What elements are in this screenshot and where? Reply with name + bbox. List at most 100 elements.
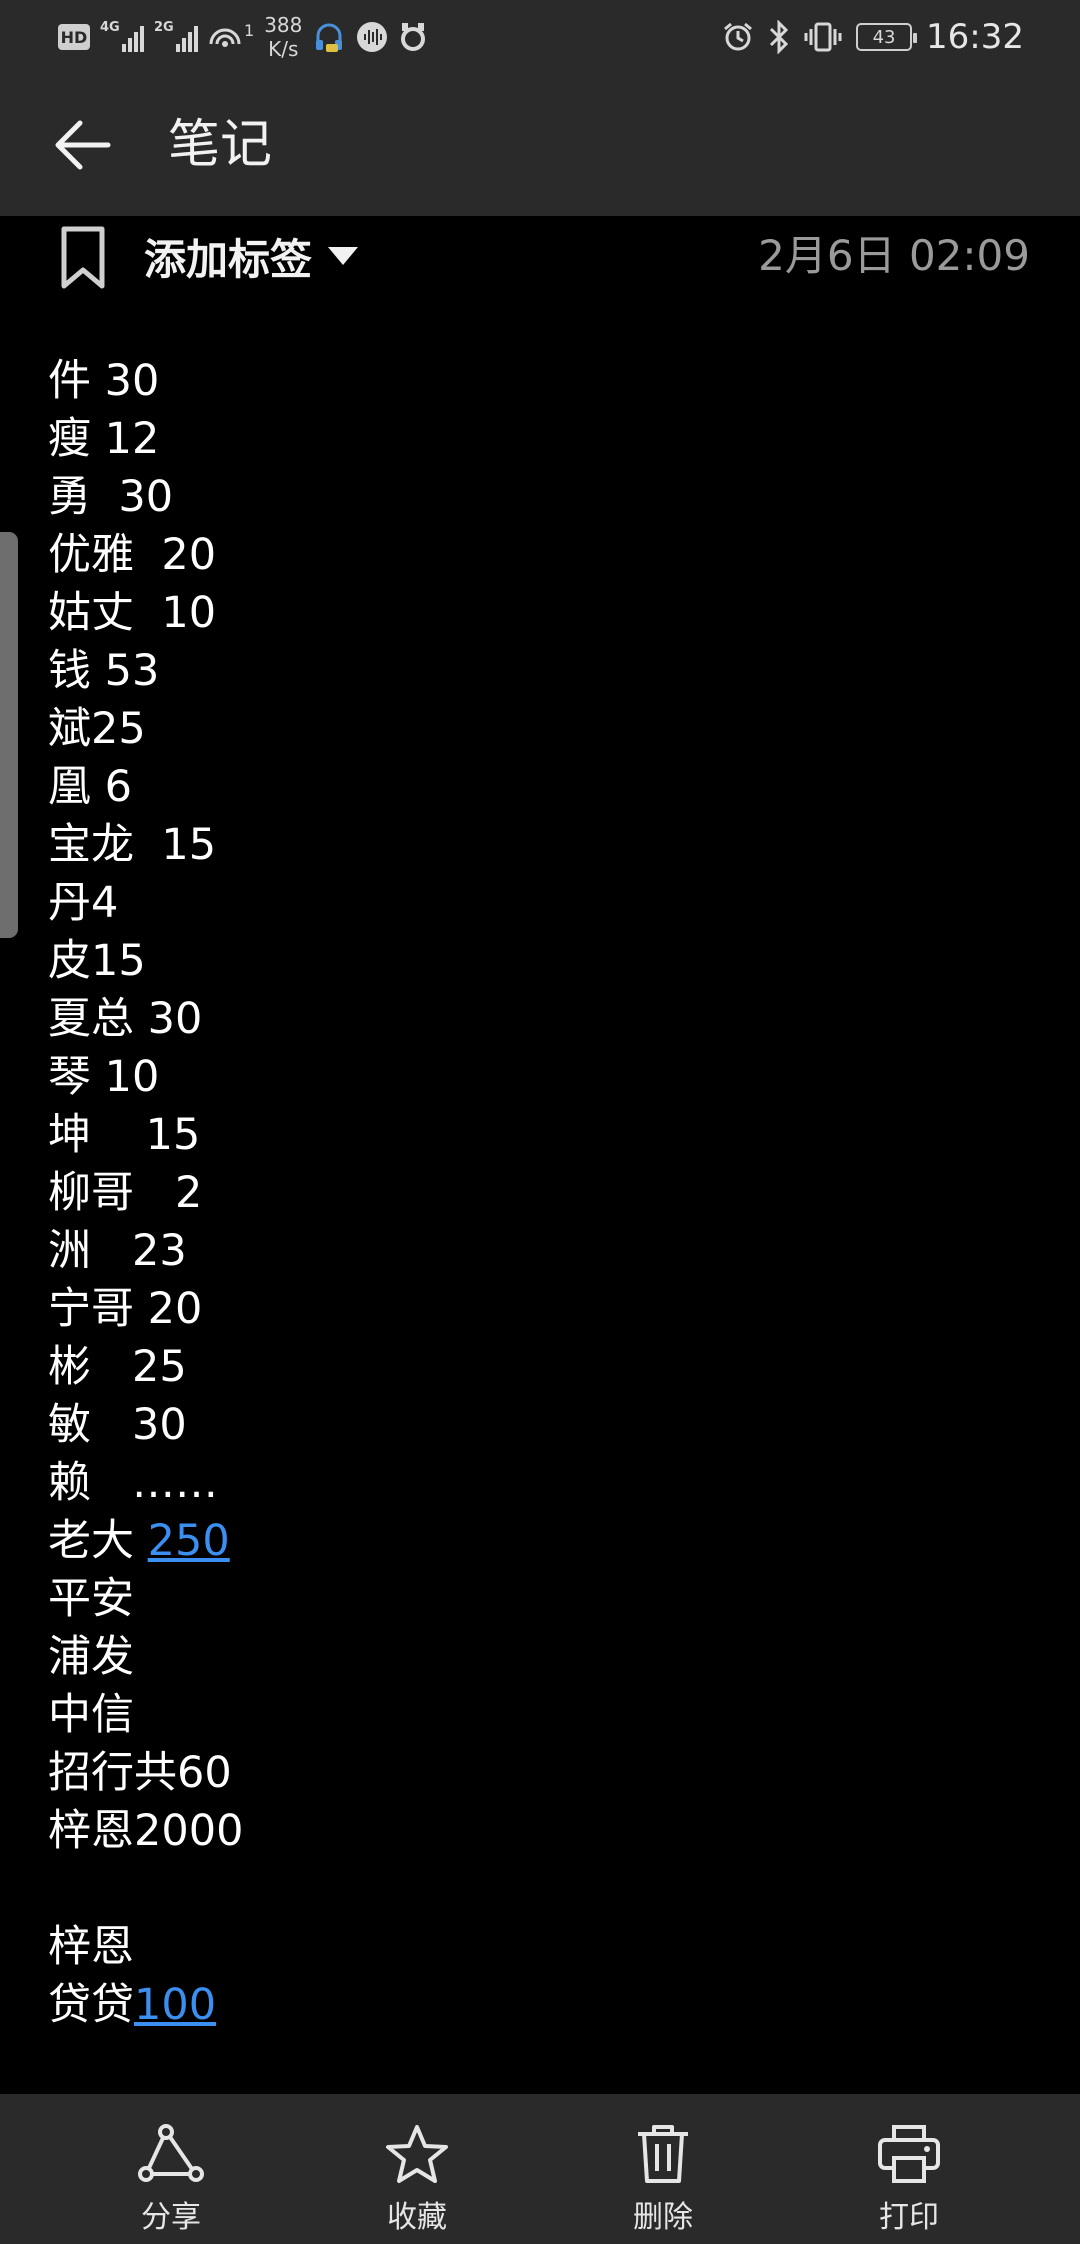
note-line: 钱 53 (48, 642, 1048, 700)
note-line: 平安 (48, 1570, 1048, 1628)
arrow-left-icon (55, 120, 111, 170)
note-line: 梓恩 (48, 1918, 1048, 1976)
favorite-label: 收藏 (387, 2200, 447, 2235)
add-tag-dropdown[interactable]: 添加标签 (144, 226, 359, 286)
note-line-text: 梓恩 (48, 1922, 134, 1972)
note-line: 斌25 (48, 700, 1048, 758)
note-line-text: 瘦 12 (48, 414, 160, 464)
note-line: 梓恩2000 (48, 1802, 1048, 1860)
note-line-text: 钱 53 (48, 646, 160, 696)
app-notification-icon (401, 23, 426, 51)
star-icon (386, 2125, 448, 2183)
note-line: 夏总 30 (48, 990, 1048, 1048)
note-line: 柳哥 2 (48, 1164, 1048, 1222)
favorite-button[interactable]: 收藏 (332, 2094, 502, 2244)
note-line-text: 浦发 (48, 1632, 134, 1682)
network-speed: 388 K/s (264, 13, 303, 61)
note-line-text: 勇 30 (48, 472, 174, 522)
note-line-text: 平安 (48, 1574, 134, 1624)
note-line-text: 洲 23 (48, 1226, 187, 1276)
printer-icon (878, 2125, 940, 2183)
bookmark-icon[interactable] (60, 226, 106, 290)
phone-number-link[interactable]: 250 (148, 1516, 230, 1566)
alarm-icon (724, 22, 752, 51)
status-bar: HD 4G 2G 1 388 K/s 43 16:32 (0, 0, 1080, 74)
bottom-toolbar: 分享 收藏 删除 打印 (0, 2094, 1080, 2244)
note-body[interactable]: 件 30 瘦 12 勇 30 优雅 20 姑丈 10 钱 53 斌25 凰 6 宝龙 15 丹4 皮… (48, 352, 1048, 2034)
sim1-signal-icon: 4G (100, 20, 144, 52)
sim2-signal-icon: 2G (154, 20, 198, 52)
note-line-text: 姑丈 10 (48, 588, 217, 638)
trash-icon (638, 2125, 688, 2183)
note-line: 宝龙 15 (48, 816, 1048, 874)
note-line-text: 柳哥 2 (48, 1168, 203, 1218)
note-line: 老大 250 (48, 1512, 1048, 1570)
app-bar: 笔记 (0, 74, 1080, 216)
note-line: 皮15 (48, 932, 1048, 990)
clock: 16:32 (926, 17, 1024, 57)
note-line-text: 琴 10 (48, 1052, 160, 1102)
note-line-text: 凰 6 (48, 762, 133, 812)
note-line-text: 夏总 30 (48, 994, 203, 1044)
note-header: 添加标签 2月6日 02:09 (0, 216, 1080, 298)
hotspot-count: 1 (244, 20, 255, 40)
note-line-text: 斌25 (48, 704, 146, 754)
note-line-text: 中信 (48, 1690, 134, 1740)
note-line: 琴 10 (48, 1048, 1048, 1106)
note-line-text: 赖 …… (48, 1458, 219, 1508)
note-line-text: 贷贷 (48, 1980, 134, 2030)
note-line-text: 坤 15 (48, 1110, 201, 1160)
delete-button[interactable]: 删除 (578, 2094, 748, 2244)
share-label: 分享 (141, 2200, 201, 2235)
back-button[interactable] (46, 112, 118, 178)
note-line: 凰 6 (48, 758, 1048, 816)
note-line: 彬 25 (48, 1338, 1048, 1396)
note-line: 中信 (48, 1686, 1048, 1744)
battery-icon: 43 (856, 23, 918, 51)
note-line-text: 梓恩2000 (48, 1806, 244, 1856)
note-line: 件 30 (48, 352, 1048, 410)
note-line: 姑丈 10 (48, 584, 1048, 642)
vibrate-icon (804, 22, 842, 52)
note-line-text: 招行共60 (48, 1748, 232, 1798)
note-line: 浦发 (48, 1628, 1048, 1686)
add-tag-label: 添加标签 (144, 234, 313, 284)
sound-wave-icon (357, 22, 388, 52)
status-left: HD 4G 2G 1 388 K/s (58, 10, 428, 64)
note-line: 勇 30 (48, 468, 1048, 526)
caret-down-icon (328, 247, 359, 265)
note-line: 招行共60 (48, 1744, 1048, 1802)
share-icon (138, 2124, 204, 2182)
note-line: 坤 15 (48, 1106, 1048, 1164)
note-line-text: 彬 25 (48, 1342, 187, 1392)
note-line-text: 优雅 20 (48, 530, 217, 580)
note-line: 优雅 20 (48, 526, 1048, 584)
note-line (48, 1860, 1048, 1918)
note-line-text: 老大 (48, 1516, 148, 1566)
note-line-text: 件 30 (48, 356, 160, 406)
print-label: 打印 (879, 2200, 939, 2235)
status-right: 43 16:32 (722, 10, 1024, 64)
delete-label: 删除 (633, 2200, 693, 2235)
note-line: 宁哥 20 (48, 1280, 1048, 1338)
hd-badge: HD (58, 24, 90, 50)
headset-icon (316, 23, 343, 52)
print-button[interactable]: 打印 (824, 2094, 994, 2244)
note-line-text: 丹4 (48, 878, 119, 928)
note-line-text: 皮15 (48, 936, 146, 986)
phone-number-link[interactable]: 100 (134, 1980, 216, 2030)
note-line-text: 宁哥 20 (48, 1284, 203, 1334)
note-line: 瘦 12 (48, 410, 1048, 468)
bluetooth-icon (769, 20, 789, 54)
note-line-text: 敏 30 (48, 1400, 187, 1450)
note-line: 赖 …… (48, 1454, 1048, 1512)
note-line: 洲 23 (48, 1222, 1048, 1280)
note-line: 贷贷100 (48, 1976, 1048, 2034)
scroll-handle[interactable] (0, 532, 18, 938)
page-title: 笔记 (168, 115, 273, 175)
note-line-text: 宝龙 15 (48, 820, 217, 870)
note-line: 敏 30 (48, 1396, 1048, 1454)
hotspot-icon (209, 28, 241, 47)
note-line: 丹4 (48, 874, 1048, 932)
share-button[interactable]: 分享 (86, 2094, 256, 2244)
